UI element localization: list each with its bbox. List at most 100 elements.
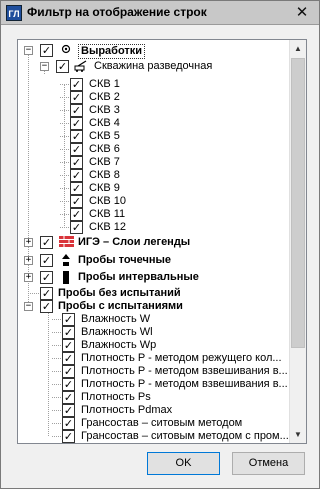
row-checkbox[interactable]: ✓ <box>70 208 83 221</box>
drill-rig-icon <box>74 60 90 73</box>
collapse-button[interactable]: − <box>40 62 49 71</box>
close-button[interactable]: ✕ <box>293 4 311 21</box>
tree-row[interactable]: ✓ Грансостав – ситовым методом с пром... <box>18 430 290 443</box>
tree-panel: − ✓ Выработки − ✓ Скважина разведочная ✓ СКВ 1 ✓… <box>17 39 307 444</box>
tree-item-label: СКВ 6 <box>89 143 120 155</box>
row-checkbox[interactable]: ✓ <box>62 378 75 391</box>
tree-row[interactable]: ✓ Влажность Wp <box>18 339 290 352</box>
tree-row[interactable]: ✓ Пробы без испытаний <box>18 287 290 300</box>
tree-row[interactable]: + ✓ ИГЭ – Слои легенды <box>18 236 290 249</box>
tree-row[interactable]: ✓ Плотность P - методом взвешивания в... <box>18 378 290 391</box>
collapse-button[interactable]: − <box>24 302 33 311</box>
row-checkbox[interactable]: ✓ <box>70 156 83 169</box>
row-checkbox[interactable]: ✓ <box>62 404 75 417</box>
tree-guide-line <box>60 136 69 137</box>
row-checkbox[interactable]: ✓ <box>62 391 75 404</box>
tree-row[interactable]: − ✓ Пробы с испытаниями <box>18 300 290 313</box>
tree-row[interactable]: ✓ СКВ 3 <box>18 104 290 117</box>
tree-row[interactable]: ✓ Плотность Ps <box>18 391 290 404</box>
tree-guide-line <box>60 97 69 98</box>
row-checkbox[interactable]: ✓ <box>70 117 83 130</box>
row-checkbox[interactable]: ✓ <box>62 352 75 365</box>
tree-row[interactable]: + ✓ Пробы интервальные <box>18 271 290 284</box>
tree-guide-line <box>60 227 69 228</box>
tree-row[interactable]: ✓ Грансостав – ситовым методом <box>18 417 290 430</box>
row-checkbox[interactable]: ✓ <box>70 182 83 195</box>
tree-row[interactable]: ✓ СКВ 12 <box>18 221 290 234</box>
tree-item-label: Пробы без испытаний <box>58 287 181 299</box>
tree-row[interactable]: ✓ СКВ 10 <box>18 195 290 208</box>
tree-row[interactable]: ✓ СКВ 8 <box>18 169 290 182</box>
row-checkbox[interactable]: ✓ <box>70 195 83 208</box>
tree-guide-line <box>60 214 69 215</box>
expand-button[interactable]: + <box>24 273 33 282</box>
row-checkbox[interactable]: ✓ <box>40 300 53 313</box>
row-filter-tree: − ✓ Выработки − ✓ Скважина разведочная ✓ СКВ 1 ✓… <box>18 40 290 443</box>
row-checkbox[interactable]: ✓ <box>40 254 53 267</box>
row-checkbox[interactable]: ✓ <box>62 365 75 378</box>
tree-row[interactable]: ✓ СКВ 9 <box>18 182 290 195</box>
tree-row[interactable]: − ✓ Скважина разведочная <box>18 60 290 73</box>
tree-row[interactable]: ✓ СКВ 5 <box>18 130 290 143</box>
tree-guide-line <box>60 201 69 202</box>
row-checkbox[interactable]: ✓ <box>40 236 53 249</box>
tree-row[interactable]: ✓ Плотность Pdmax <box>18 404 290 417</box>
row-checkbox[interactable]: ✓ <box>62 430 75 443</box>
tree-guide-line <box>60 110 69 111</box>
tree-row[interactable]: ✓ СКВ 11 <box>18 208 290 221</box>
cancel-button[interactable]: Отмена <box>232 452 305 475</box>
expand-button[interactable]: + <box>24 256 33 265</box>
tree-row[interactable]: ✓ СКВ 4 <box>18 117 290 130</box>
tree-row[interactable]: ✓ Влажность Wl <box>18 326 290 339</box>
row-checkbox[interactable]: ✓ <box>56 60 69 73</box>
dialog-title: Фильтр на отображение строк <box>27 5 207 19</box>
tree-guide-line <box>52 332 61 333</box>
row-checkbox[interactable]: ✓ <box>70 78 83 91</box>
tree-item-label: Плотность Ps <box>81 391 151 403</box>
title-bar[interactable]: ГЛ Фильтр на отображение строк ✕ <box>1 1 319 25</box>
row-checkbox[interactable]: ✓ <box>70 221 83 234</box>
tree-guide-line <box>52 345 61 346</box>
row-checkbox[interactable]: ✓ <box>62 326 75 339</box>
row-checkbox[interactable]: ✓ <box>70 91 83 104</box>
tree-item-label: Грансостав – ситовым методом с пром... <box>81 430 289 442</box>
tree-row[interactable]: ✓ СКВ 6 <box>18 143 290 156</box>
row-checkbox[interactable]: ✓ <box>70 169 83 182</box>
row-checkbox[interactable]: ✓ <box>70 130 83 143</box>
row-checkbox[interactable]: ✓ <box>40 287 53 300</box>
tree-item-label: СКВ 2 <box>89 91 120 103</box>
scroll-down-button[interactable]: ▼ <box>290 426 306 443</box>
tree-item-label: Плотность Pdmax <box>81 404 173 416</box>
row-checkbox[interactable]: ✓ <box>62 313 75 326</box>
expand-button[interactable]: + <box>24 238 33 247</box>
vertical-scrollbar[interactable]: ▲ ▼ <box>289 40 306 443</box>
tree-row[interactable]: + ✓ Пробы точечные <box>18 254 290 267</box>
tree-guide-line <box>60 162 69 163</box>
tree-item-label: Выработки <box>78 44 146 59</box>
tree-row[interactable]: ✓ Плотность P - методом взвешивания в... <box>18 365 290 378</box>
tree-guide-line <box>52 384 61 385</box>
tree-row[interactable]: ✓ СКВ 2 <box>18 91 290 104</box>
ok-button[interactable]: OK <box>147 452 220 475</box>
legend-layers-icon <box>58 236 74 249</box>
row-checkbox[interactable]: ✓ <box>62 417 75 430</box>
tree-item-label: Плотность P - методом взвешивания в... <box>81 378 288 390</box>
tree-guide-line <box>52 410 61 411</box>
tree-row[interactable]: ✓ СКВ 7 <box>18 156 290 169</box>
row-checkbox[interactable]: ✓ <box>40 271 53 284</box>
row-checkbox[interactable]: ✓ <box>40 44 53 57</box>
scroll-up-button[interactable]: ▲ <box>290 40 306 57</box>
row-checkbox[interactable]: ✓ <box>70 143 83 156</box>
tree-row[interactable]: ✓ СКВ 1 <box>18 78 290 91</box>
tree-row[interactable]: ✓ Плотность P - методом режущего кол... <box>18 352 290 365</box>
row-checkbox[interactable]: ✓ <box>70 104 83 117</box>
tree-item-label: ИГЭ – Слои легенды <box>78 236 191 248</box>
tree-row[interactable]: − ✓ Выработки <box>18 44 290 59</box>
tree-row[interactable]: ✓ Влажность W <box>18 313 290 326</box>
tree-guide-line <box>60 149 69 150</box>
row-checkbox[interactable]: ✓ <box>62 339 75 352</box>
collapse-button[interactable]: − <box>24 46 33 55</box>
tree-item-label: Скважина разведочная <box>94 60 213 72</box>
filter-dialog: ГЛ Фильтр на отображение строк ✕ − ✓ Выраб… <box>0 0 320 489</box>
scroll-thumb[interactable] <box>291 58 305 348</box>
